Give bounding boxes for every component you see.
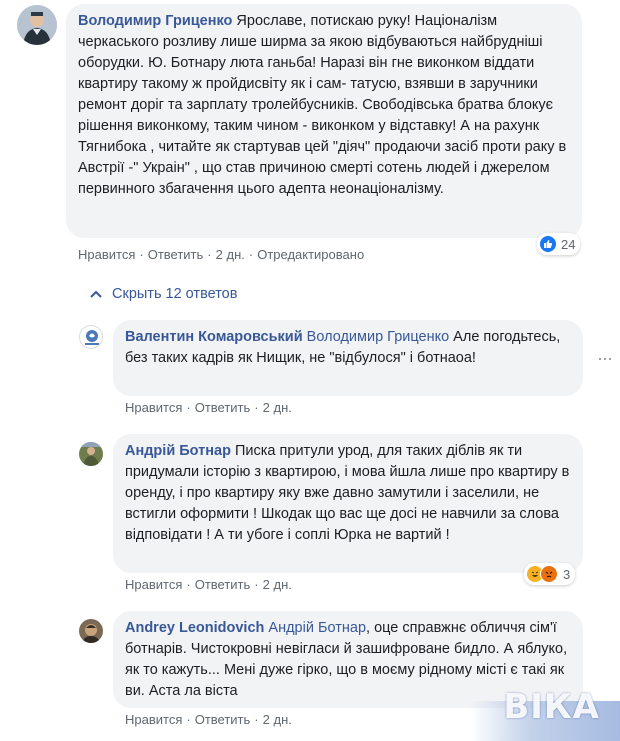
separator: · [254,400,259,415]
reply-bubble: Валентин Комаровський Володимир Гриценко… [113,320,583,396]
like-button[interactable]: Нравится [125,712,182,727]
reaction-summary[interactable]: 3 [524,563,576,585]
mention-link[interactable]: Андрій Ботнар [268,620,366,636]
separator: · [254,712,259,727]
reply-button[interactable]: Ответить [195,577,251,592]
mention-link[interactable]: Володимир Гриценко [307,329,450,345]
timestamp[interactable]: 2 дн. [263,400,292,415]
edited-label[interactable]: Отредактировано [257,247,364,262]
separator: · [248,247,254,262]
reaction-count: 3 [563,566,571,582]
user-photo-icon [79,442,103,466]
reply-actions: Нравится · Ответить · 2 дн. [125,400,292,415]
reply-button[interactable]: Ответить [195,400,251,415]
separator: · [254,577,259,592]
user-photo-icon [17,5,57,45]
reply-button[interactable]: Ответить [195,712,251,727]
like-button[interactable]: Нравится [125,400,182,415]
chevron-up-icon [90,290,102,298]
separator: · [139,247,144,262]
reaction-count: 24 [561,236,576,252]
reply-author[interactable]: Andrey Leonidovich [125,620,264,636]
reply-actions: Нравится · Ответить · 2 дн. [125,577,292,592]
avatar[interactable] [79,325,103,349]
like-button[interactable]: Нравится [78,247,135,262]
hide-replies-label: Скрыть 12 ответов [112,286,238,302]
separator: · [186,712,191,727]
reaction-summary[interactable]: 24 [537,233,581,255]
comment-bubble: Володимир Гриценко Ярославе, потискаю ру… [66,4,582,238]
reply-author[interactable]: Андрій Ботнар [125,443,231,459]
reply-actions: Нравится · Ответить · 2 дн. [125,712,292,727]
avatar[interactable] [79,619,103,643]
comment-text: Ярославе, потискаю руку! Націоналізм чер… [78,13,567,197]
more-options-icon[interactable]: ··· [597,348,613,369]
comment-actions: Нравится · Ответить · 2 дн. · Отредактировано [78,247,364,262]
hide-replies-link[interactable]: Скрыть 12 ответов [89,286,237,302]
timestamp[interactable]: 2 дн. [263,712,292,727]
logo-avatar-icon [85,330,99,345]
avatar[interactable] [79,442,103,466]
angry-icon [540,565,558,583]
like-button[interactable]: Нравится [125,577,182,592]
avatar[interactable] [17,5,57,45]
like-icon [539,235,557,253]
reply-bubble: Андрій Ботнар Писка притули урод, для та… [113,434,583,573]
separator: · [186,400,191,415]
comment-author[interactable]: Володимир Гриценко [78,13,232,29]
reply-author[interactable]: Валентин Комаровський [125,329,303,345]
reply-button[interactable]: Ответить [148,247,204,262]
user-photo-icon [79,619,103,643]
timestamp[interactable]: 2 дн. [263,577,292,592]
watermark-logo: ВІКА [503,687,600,727]
separator: · [207,247,212,262]
separator: · [186,577,191,592]
timestamp[interactable]: 2 дн. [216,247,245,262]
